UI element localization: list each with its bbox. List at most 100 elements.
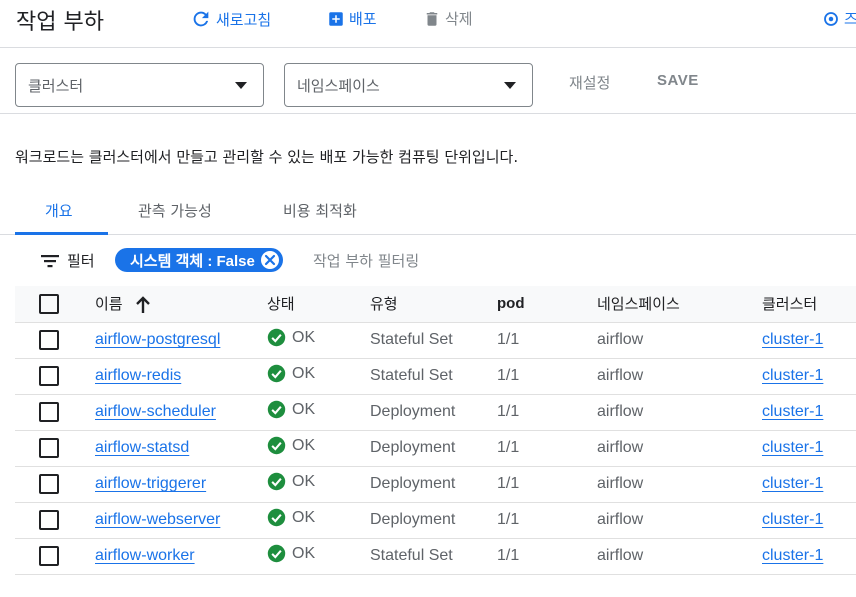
namespace-cell: airflow [597,403,644,420]
column-header-name[interactable]: 이름 [95,286,267,322]
workload-name-link[interactable]: airflow-redis [95,367,181,384]
workload-name-link[interactable]: airflow-worker [95,547,195,564]
table-row[interactable]: airflow-webserver OK Deployment 1/1 airflow c… [15,502,856,538]
pods-cell: 1/1 [497,331,520,348]
status-cell: OK [267,466,370,502]
status-cell: OK [267,322,370,358]
add-box-icon [329,11,343,26]
row-checkbox[interactable] [39,546,59,566]
cluster-link[interactable]: cluster-1 [762,331,823,348]
page-header: 작업 부하 새로고침 배포 삭제 즈 [0,0,856,48]
status-text: OK [292,472,316,490]
cluster-link[interactable]: cluster-1 [762,367,823,384]
workload-name-link[interactable]: airflow-webserver [95,511,220,528]
table-row[interactable]: airflow-statsd OK Deployment 1/1 airflow clus… [15,430,856,466]
reset-button[interactable]: 재설정 [569,72,610,93]
namespace-select[interactable]: 네임스페이스 [284,63,533,107]
pods-cell: 1/1 [497,403,520,420]
workload-name-link[interactable]: airflow-postgresql [95,331,220,348]
type-cell: Stateful Set [370,367,453,384]
tab-overview[interactable]: 개요 [45,200,73,221]
filter-chip-label: 시스템 객체 : False [130,252,255,270]
cluster-cell: cluster-1 [762,358,856,394]
status-text: OK [292,436,316,454]
column-header-pods[interactable]: pod [497,286,597,322]
tab-cost-optimization[interactable]: 비용 최적화 [283,200,357,221]
row-checkbox[interactable] [39,510,59,530]
status-cell: OK [267,502,370,538]
namespace-cell: airflow [597,547,644,564]
column-header-cluster[interactable]: 클러스터 [762,286,856,322]
cluster-select-label: 클러스터 [28,76,84,95]
refresh-button[interactable]: 새로고침 [190,8,271,30]
status-text: OK [292,328,316,346]
row-checkbox-cell [15,358,95,394]
filter-icon[interactable] [40,253,60,269]
workload-name-link[interactable]: airflow-scheduler [95,403,216,420]
delete-button[interactable]: 삭제 [423,8,473,29]
divider [0,113,856,114]
sort-arrow-up-icon[interactable] [135,296,151,314]
check-circle-icon [267,400,286,419]
workload-name-link[interactable]: airflow-statsd [95,439,189,456]
spark-icon [824,11,838,26]
status-cell: OK [267,538,370,574]
name-cell: airflow-scheduler [95,394,267,430]
select-all-checkbox[interactable] [39,293,59,314]
check-circle-icon [267,472,286,491]
column-header-namespace[interactable]: 네임스페이스 [597,286,762,322]
namespace-cell: airflow [597,367,644,384]
namespace-cell: airflow [597,475,644,492]
table-body: airflow-postgresql OK Stateful Set 1/1 airfl… [15,322,856,574]
table-row[interactable]: airflow-triggerer OK Deployment 1/1 airflow c… [15,466,856,502]
tab-observability[interactable]: 관측 가능성 [138,200,212,221]
delete-label: 삭제 [445,10,473,28]
column-header-status[interactable]: 상태 [267,286,370,322]
table-row[interactable]: airflow-postgresql OK Stateful Set 1/1 airfl… [15,322,856,358]
refresh-icon [193,11,209,27]
name-cell: airflow-statsd [95,430,267,466]
save-button[interactable]: SAVE [657,72,699,89]
cluster-link[interactable]: cluster-1 [762,511,823,528]
row-checkbox[interactable] [39,438,59,458]
row-checkbox[interactable] [39,474,59,494]
cluster-link[interactable]: cluster-1 [762,475,823,492]
cluster-cell: cluster-1 [762,538,856,574]
status-cell: OK [267,394,370,430]
row-checkbox-cell [15,430,95,466]
name-cell: airflow-redis [95,358,267,394]
name-cell: airflow-triggerer [95,466,267,502]
cluster-cell: cluster-1 [762,466,856,502]
row-checkbox[interactable] [39,402,59,422]
pods-cell: 1/1 [497,475,520,492]
type-cell: Deployment [370,475,456,492]
workload-name-link[interactable]: airflow-triggerer [95,475,206,492]
filter-input[interactable]: 작업 부하 필터링 [313,250,419,271]
cluster-cell: cluster-1 [762,502,856,538]
table-row[interactable]: airflow-scheduler OK Deployment 1/1 airflow c… [15,394,856,430]
column-header-type[interactable]: 유형 [370,286,497,322]
active-tab-indicator [15,232,108,235]
description-text: 워크로드는 클러스터에서 만들고 관리할 수 있는 배포 가능한 컴퓨팅 단위입… [15,148,519,166]
row-checkbox[interactable] [39,330,59,350]
cluster-link[interactable]: cluster-1 [762,547,823,564]
chip-close-icon[interactable] [260,251,279,269]
cluster-select[interactable]: 클러스터 [15,63,264,107]
row-checkbox-cell [15,502,95,538]
status-cell: OK [267,358,370,394]
table-header-row: 이름 상태 유형 pod 네임스페이스 클러스터 [15,286,856,322]
filter-bar: 필터 시스템 객체 : False 작업 부하 필터링 [0,244,856,278]
status-text: OK [292,364,316,382]
filter-chip[interactable]: 시스템 객체 : False [115,248,283,272]
table-row[interactable]: airflow-worker OK Stateful Set 1/1 airflow cl… [15,538,856,574]
deploy-button[interactable]: 배포 [327,8,377,29]
table-row[interactable]: airflow-redis OK Stateful Set 1/1 airflow clu… [15,358,856,394]
cluster-link[interactable]: cluster-1 [762,403,823,420]
row-checkbox[interactable] [39,366,59,386]
trash-icon [426,11,438,26]
column-name-label: 이름 [95,295,123,314]
name-cell: airflow-postgresql [95,322,267,358]
name-cell: airflow-worker [95,538,267,574]
cluster-link[interactable]: cluster-1 [762,439,823,456]
header-right-button[interactable]: 즈 [822,8,856,29]
